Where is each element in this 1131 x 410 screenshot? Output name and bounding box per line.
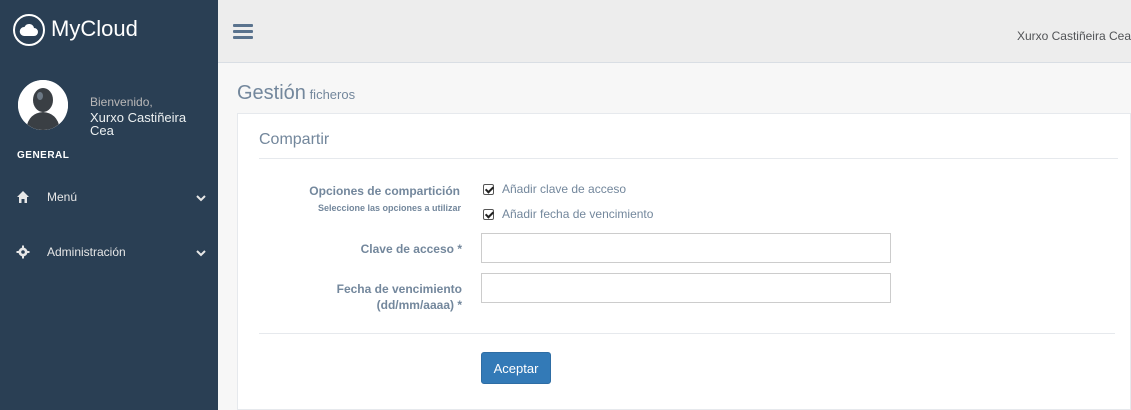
cloud-icon[interactable]	[13, 14, 45, 46]
site-title[interactable]: MyCloud	[51, 16, 138, 42]
share-options-hint: Seleccione las opciones a utilizar	[317, 203, 461, 213]
divider	[259, 333, 1115, 334]
page-title: Gestión ficheros	[237, 82, 355, 105]
expiry-date-label-line1: Fecha de vencimiento	[336, 282, 462, 296]
password-label: Clave de acceso *	[360, 242, 462, 256]
checkbox-label[interactable]: Añadir clave de acceso	[502, 182, 626, 196]
sidebar-username: Xurxo Castiñeira Cea	[90, 110, 187, 138]
user-profile-link[interactable]: Xurxo Castiñeira Cea	[1017, 29, 1131, 43]
chevron-down-icon	[196, 247, 206, 257]
sidebar-item-label: Administración	[47, 245, 126, 259]
checkbox-label[interactable]: Añadir fecha de vencimiento	[502, 207, 653, 221]
option-expiry-checkbox[interactable]: Añadir fecha de vencimiento	[483, 206, 653, 222]
hamburger-menu-icon[interactable]	[233, 24, 253, 40]
checkbox-checked-icon[interactable]	[483, 208, 494, 220]
sidebar-header: MyCloud	[0, 0, 218, 63]
sidebar-section-title: GENERAL	[17, 150, 70, 161]
sidebar-item-label: Menú	[47, 190, 78, 204]
accept-button[interactable]: Aceptar	[481, 352, 551, 384]
avatar	[18, 80, 68, 130]
divider	[259, 158, 1118, 159]
cog-icon	[16, 245, 30, 259]
expiry-date-input[interactable]	[481, 273, 891, 303]
page-title-sub: ficheros	[309, 87, 356, 102]
share-options-label: Opciones de compartición	[309, 184, 460, 198]
expiry-date-label: Fecha de vencimiento (dd/mm/aaaa) *	[238, 281, 462, 313]
checkbox-checked-icon[interactable]	[483, 183, 494, 195]
panel-title: Compartir	[259, 131, 330, 148]
sidebar-item-administracion[interactable]: Administración	[0, 235, 218, 269]
chevron-down-icon	[196, 192, 206, 202]
sidebar-item-menu[interactable]: Menú	[0, 180, 218, 214]
password-input[interactable]	[481, 233, 891, 263]
share-panel: Compartir Opciones de compartición Selec…	[237, 113, 1131, 410]
sidebar: MyCloud Bienvenido, Xurxo Castiñeira Cea…	[0, 0, 218, 410]
welcome-text: Bienvenido,	[90, 95, 153, 109]
home-icon	[16, 190, 30, 204]
option-password-checkbox[interactable]: Añadir clave de acceso	[483, 181, 626, 197]
top-navbar: Xurxo Castiñeira Cea	[218, 0, 1131, 63]
expiry-date-label-line2: (dd/mm/aaaa) *	[376, 298, 462, 312]
page-title-main: Gestión	[237, 82, 306, 104]
